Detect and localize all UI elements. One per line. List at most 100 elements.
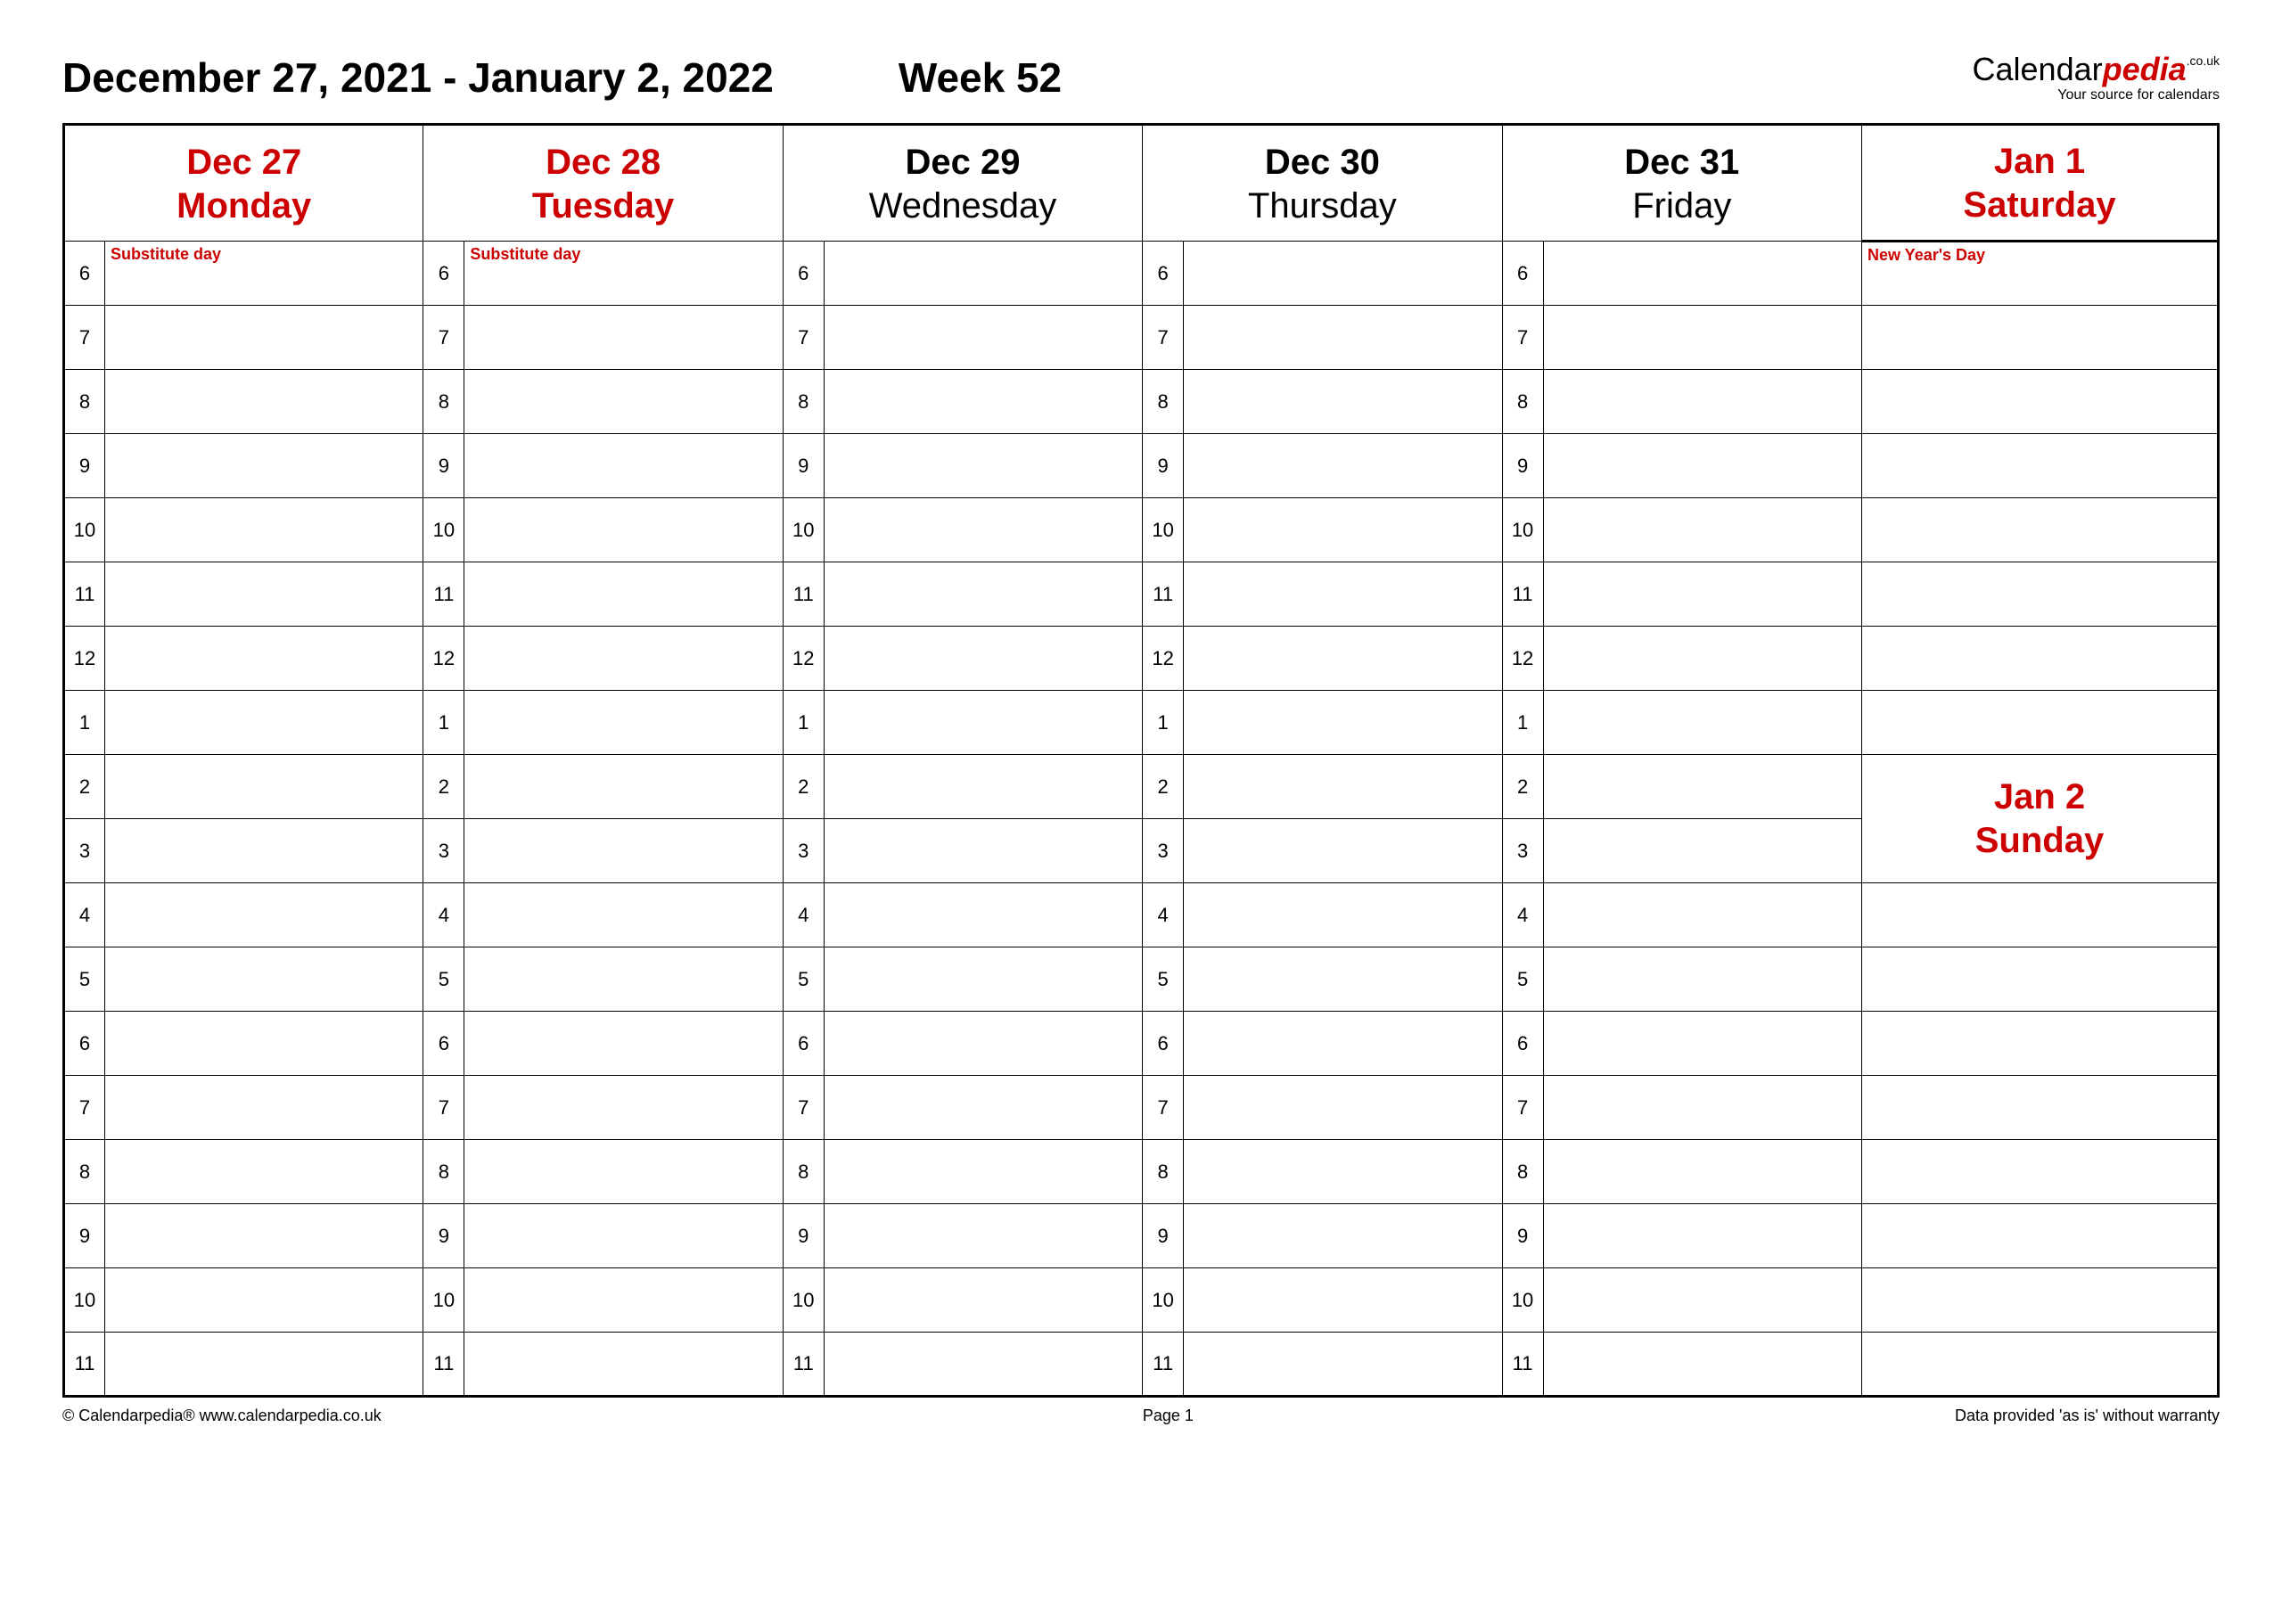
time-slot[interactable] xyxy=(1184,627,1502,691)
time-slot[interactable] xyxy=(1543,947,1861,1012)
time-slot[interactable] xyxy=(105,691,423,755)
time-slot[interactable] xyxy=(1543,562,1861,627)
time-slot[interactable] xyxy=(824,755,1142,819)
time-slot[interactable] xyxy=(105,819,423,883)
time-slot[interactable] xyxy=(1184,242,1502,306)
time-slot[interactable] xyxy=(1184,755,1502,819)
time-slot[interactable] xyxy=(1543,627,1861,691)
weekend-slot[interactable] xyxy=(1862,883,2219,947)
time-slot[interactable] xyxy=(105,498,423,562)
weekend-slot[interactable] xyxy=(1862,627,2219,691)
weekend-slot[interactable] xyxy=(1862,1333,2219,1397)
time-slot[interactable] xyxy=(105,755,423,819)
time-slot[interactable] xyxy=(1184,1204,1502,1268)
time-slot[interactable] xyxy=(824,627,1142,691)
time-slot[interactable] xyxy=(1184,819,1502,883)
time-slot[interactable] xyxy=(824,562,1142,627)
time-slot[interactable] xyxy=(105,434,423,498)
time-slot[interactable] xyxy=(824,947,1142,1012)
time-slot[interactable] xyxy=(1184,434,1502,498)
time-slot[interactable] xyxy=(464,627,783,691)
time-slot[interactable] xyxy=(1543,1076,1861,1140)
time-slot[interactable] xyxy=(1543,1268,1861,1333)
time-slot[interactable] xyxy=(105,1204,423,1268)
time-slot[interactable] xyxy=(824,1076,1142,1140)
time-slot[interactable] xyxy=(105,883,423,947)
weekend-slot[interactable] xyxy=(1862,1140,2219,1204)
time-slot[interactable] xyxy=(1184,1012,1502,1076)
time-slot[interactable] xyxy=(105,370,423,434)
time-slot[interactable] xyxy=(1184,883,1502,947)
time-slot[interactable]: Substitute day xyxy=(105,242,423,306)
time-slot[interactable] xyxy=(1184,1268,1502,1333)
time-slot[interactable] xyxy=(1543,306,1861,370)
time-slot[interactable] xyxy=(1184,1333,1502,1397)
time-slot[interactable] xyxy=(105,947,423,1012)
time-slot[interactable] xyxy=(1184,1076,1502,1140)
time-slot[interactable] xyxy=(464,691,783,755)
time-slot[interactable] xyxy=(105,562,423,627)
time-slot[interactable] xyxy=(824,1012,1142,1076)
time-slot[interactable] xyxy=(464,1140,783,1204)
weekend-slot[interactable] xyxy=(1862,434,2219,498)
time-slot[interactable] xyxy=(464,562,783,627)
time-slot[interactable] xyxy=(1543,498,1861,562)
time-slot[interactable] xyxy=(464,370,783,434)
time-slot[interactable] xyxy=(824,1268,1142,1333)
time-slot[interactable] xyxy=(1543,434,1861,498)
time-slot[interactable] xyxy=(824,498,1142,562)
time-slot[interactable] xyxy=(1184,306,1502,370)
time-slot[interactable] xyxy=(1543,819,1861,883)
time-slot[interactable] xyxy=(824,819,1142,883)
time-slot[interactable] xyxy=(1184,498,1502,562)
time-slot[interactable] xyxy=(824,306,1142,370)
time-slot[interactable] xyxy=(105,1333,423,1397)
time-slot[interactable] xyxy=(1543,242,1861,306)
time-slot[interactable] xyxy=(1543,1140,1861,1204)
time-slot[interactable] xyxy=(464,498,783,562)
time-slot[interactable] xyxy=(1543,755,1861,819)
time-slot[interactable] xyxy=(464,1076,783,1140)
weekend-slot[interactable] xyxy=(1862,1204,2219,1268)
time-slot[interactable] xyxy=(464,306,783,370)
time-slot[interactable] xyxy=(105,1012,423,1076)
time-slot[interactable] xyxy=(1184,562,1502,627)
time-slot[interactable] xyxy=(105,1076,423,1140)
time-slot[interactable] xyxy=(464,1012,783,1076)
time-slot[interactable] xyxy=(464,883,783,947)
time-slot[interactable] xyxy=(464,819,783,883)
weekend-slot[interactable] xyxy=(1862,1268,2219,1333)
time-slot[interactable] xyxy=(1184,947,1502,1012)
time-slot[interactable] xyxy=(824,1204,1142,1268)
weekend-slot[interactable] xyxy=(1862,1012,2219,1076)
time-slot[interactable] xyxy=(105,306,423,370)
time-slot[interactable] xyxy=(464,1333,783,1397)
time-slot[interactable] xyxy=(824,883,1142,947)
time-slot[interactable] xyxy=(1543,883,1861,947)
time-slot[interactable]: Substitute day xyxy=(464,242,783,306)
weekend-slot[interactable] xyxy=(1862,947,2219,1012)
time-slot[interactable] xyxy=(464,1268,783,1333)
weekend-slot[interactable] xyxy=(1862,1076,2219,1140)
time-slot[interactable] xyxy=(464,434,783,498)
weekend-slot[interactable] xyxy=(1862,562,2219,627)
time-slot[interactable] xyxy=(824,370,1142,434)
time-slot[interactable] xyxy=(105,627,423,691)
time-slot[interactable] xyxy=(824,434,1142,498)
time-slot[interactable] xyxy=(824,242,1142,306)
time-slot[interactable] xyxy=(105,1140,423,1204)
weekend-slot[interactable] xyxy=(1862,306,2219,370)
time-slot[interactable] xyxy=(464,1204,783,1268)
weekend-slot[interactable] xyxy=(1862,691,2219,755)
weekend-slot[interactable] xyxy=(1862,370,2219,434)
time-slot[interactable] xyxy=(1543,1204,1861,1268)
time-slot[interactable] xyxy=(824,691,1142,755)
time-slot[interactable] xyxy=(1184,691,1502,755)
time-slot[interactable] xyxy=(1543,1333,1861,1397)
time-slot[interactable] xyxy=(1543,370,1861,434)
time-slot[interactable] xyxy=(1184,370,1502,434)
time-slot[interactable] xyxy=(105,1268,423,1333)
time-slot[interactable] xyxy=(824,1140,1142,1204)
time-slot[interactable] xyxy=(824,1333,1142,1397)
time-slot[interactable] xyxy=(1543,691,1861,755)
